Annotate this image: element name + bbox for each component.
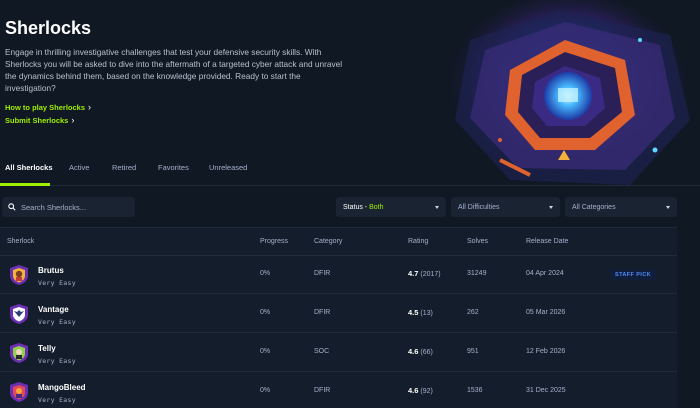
release-date-value: 12 Feb 2026 bbox=[526, 348, 566, 355]
column-header-release-date[interactable]: Release Date bbox=[526, 238, 568, 245]
sherlock-difficulty: Very Easy bbox=[38, 279, 76, 287]
difficulty-filter-dropdown[interactable]: All Difficulties bbox=[451, 197, 560, 217]
solves-value: 31249 bbox=[467, 270, 487, 277]
submit-sherlocks-link[interactable]: Submit Sherlocks › bbox=[5, 115, 74, 125]
difficulty-filter-label: All Difficulties bbox=[458, 203, 500, 211]
sherlock-name[interactable]: Brutus bbox=[38, 266, 64, 275]
category-value: DFIR bbox=[314, 270, 331, 277]
column-header-sherlock[interactable]: Sherlock bbox=[7, 238, 34, 245]
sherlock-name[interactable]: Telly bbox=[38, 344, 56, 353]
column-header-progress[interactable]: Progress bbox=[260, 238, 288, 245]
release-date-value: 04 Apr 2024 bbox=[526, 270, 564, 277]
table-row[interactable]: Brutus Very Easy 0% DFIR 4.7 (2017) 3124… bbox=[0, 255, 677, 294]
page-description: Engage in thrilling investigative challe… bbox=[5, 47, 343, 93]
page-title: Sherlocks bbox=[5, 18, 92, 38]
sherlock-difficulty: Very Easy bbox=[38, 318, 76, 326]
column-header-solves[interactable]: Solves bbox=[467, 238, 488, 245]
column-header-rating[interactable]: Rating bbox=[408, 238, 428, 245]
search-input[interactable] bbox=[21, 202, 131, 212]
caret-down-icon bbox=[666, 205, 670, 209]
chevron-right-icon: › bbox=[71, 115, 75, 125]
rating-value: 4.6 (92) bbox=[408, 386, 433, 395]
shield-avatar-icon bbox=[10, 343, 28, 363]
caret-down-icon bbox=[435, 205, 439, 209]
category-value: DFIR bbox=[314, 387, 331, 394]
shield-avatar-icon bbox=[10, 265, 28, 285]
progress-value: 0% bbox=[260, 309, 271, 316]
search-box[interactable] bbox=[2, 197, 135, 217]
category-value: SOC bbox=[314, 348, 330, 355]
shield-avatar-icon bbox=[10, 382, 28, 402]
progress-value: 0% bbox=[260, 270, 271, 277]
sherlock-difficulty: Very Easy bbox=[38, 357, 76, 365]
release-date-value: 31 Dec 2025 bbox=[526, 387, 566, 394]
rating-value: 4.6 (66) bbox=[408, 347, 433, 356]
submit-sherlocks-label: Submit Sherlocks bbox=[5, 115, 69, 125]
progress-value: 0% bbox=[260, 387, 271, 394]
tab-favorites[interactable]: Favorites bbox=[158, 163, 189, 172]
tab-all-sherlocks[interactable]: All Sherlocks bbox=[5, 163, 53, 172]
search-icon bbox=[8, 203, 16, 211]
how-to-play-label: How to play Sherlocks bbox=[5, 102, 86, 112]
table-row[interactable]: Vantage Very Easy 0% DFIR 4.5 (13) 262 0… bbox=[0, 294, 677, 333]
sherlock-name[interactable]: Vantage bbox=[38, 305, 69, 314]
solves-value: 262 bbox=[467, 309, 479, 316]
rating-value: 4.7 (2017) bbox=[408, 269, 441, 278]
status-filter-label: Status - Both bbox=[343, 203, 384, 211]
table-row[interactable]: Telly Very Easy 0% SOC 4.6 (66) 951 12 F… bbox=[0, 333, 677, 372]
tab-unreleased[interactable]: Unreleased bbox=[209, 163, 247, 172]
column-header-category[interactable]: Category bbox=[314, 238, 342, 245]
sherlock-difficulty: Very Easy bbox=[38, 396, 76, 404]
progress-value: 0% bbox=[260, 348, 271, 355]
release-date-value: 05 Mar 2026 bbox=[526, 309, 566, 316]
solves-value: 951 bbox=[467, 348, 479, 355]
active-tab-indicator bbox=[0, 183, 50, 186]
tab-bar: All Sherlocks Active Retired Favorites U… bbox=[0, 150, 700, 186]
how-to-play-link[interactable]: How to play Sherlocks › bbox=[5, 102, 91, 112]
category-filter-dropdown[interactable]: All Categories bbox=[565, 197, 677, 217]
tab-retired[interactable]: Retired bbox=[112, 163, 136, 172]
caret-down-icon bbox=[549, 205, 553, 209]
table-row[interactable]: MangoBleed Very Easy 0% DFIR 4.6 (92) 15… bbox=[0, 372, 677, 408]
category-filter-label: All Categories bbox=[572, 203, 616, 211]
staff-pick-badge: STAFF PICK bbox=[610, 269, 656, 280]
status-filter-dropdown[interactable]: Status - Both bbox=[336, 197, 446, 217]
solves-value: 1536 bbox=[467, 387, 483, 394]
sherlocks-table: Sherlock Progress Category Rating Solves… bbox=[0, 227, 677, 408]
category-value: DFIR bbox=[314, 309, 331, 316]
tab-active[interactable]: Active bbox=[69, 163, 89, 172]
shield-avatar-icon bbox=[10, 304, 28, 324]
chevron-right-icon: › bbox=[88, 102, 92, 112]
sherlock-name[interactable]: MangoBleed bbox=[38, 383, 86, 392]
rating-value: 4.5 (13) bbox=[408, 308, 433, 317]
